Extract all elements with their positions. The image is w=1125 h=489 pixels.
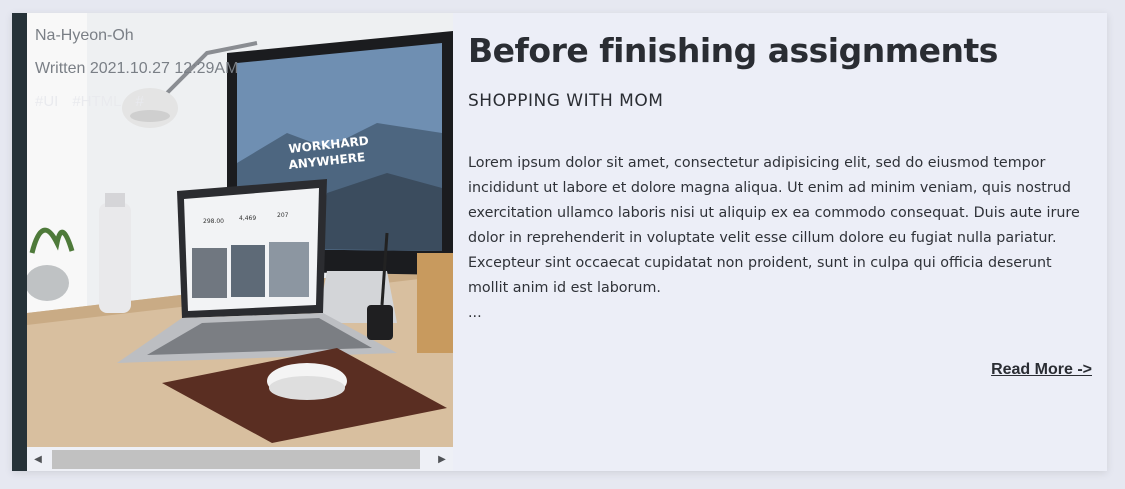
post-image: WORKHARD ANYWHERE 298.00 4,469 207 Na-Hy… — [27, 13, 453, 447]
laptop-stat-3: 207 — [277, 212, 289, 219]
scroll-right-icon[interactable]: ▶ — [431, 447, 453, 471]
post-body: Lorem ipsum dolor sit amet, consectetur … — [468, 151, 1092, 326]
post-subtitle: SHOPPING WITH MOM — [468, 91, 664, 111]
post-body-ellipsis: ... — [468, 305, 482, 321]
post-body-text: Lorem ipsum dolor sit amet, consectetur … — [468, 155, 1080, 296]
horizontal-scrollbar[interactable]: ◀ ▶ — [27, 447, 453, 471]
tag-ui[interactable]: #UI — [35, 93, 58, 110]
accent-bar — [12, 13, 27, 471]
written-date: Written 2021.10.27 12:29AM — [35, 60, 239, 77]
laptop-stat-2: 4,469 — [239, 215, 256, 222]
post-meta: Na-Hyeon-Oh Written 2021.10.27 12:29AM #… — [35, 19, 238, 118]
tag-html[interactable]: #HTML — [72, 93, 121, 110]
tag-more[interactable]: # — [136, 93, 144, 110]
tag-list: #UI #HTML # — [35, 85, 238, 118]
post-title: Before finishing assignments — [468, 31, 998, 70]
scroll-left-icon[interactable]: ◀ — [27, 447, 49, 471]
read-more-link[interactable]: Read More -> — [991, 361, 1092, 379]
post-card: WORKHARD ANYWHERE 298.00 4,469 207 Na-Hy… — [12, 13, 1107, 471]
scrollbar-thumb[interactable] — [52, 450, 420, 469]
author-name: Na-Hyeon-Oh — [35, 27, 134, 44]
post-content: Before finishing assignments SHOPPING WI… — [468, 13, 1092, 471]
laptop-stat-1: 298.00 — [203, 218, 224, 225]
